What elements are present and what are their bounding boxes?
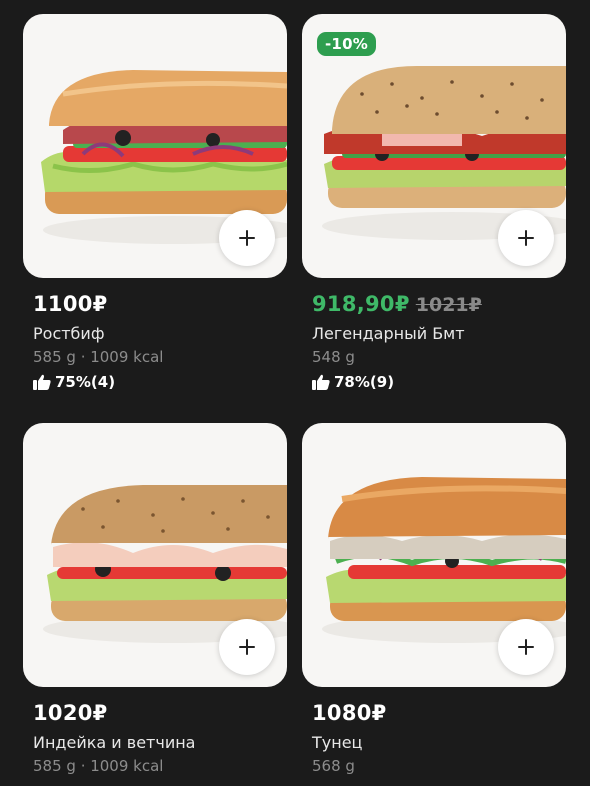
- product-image[interactable]: -10%: [302, 14, 566, 278]
- product-meta: 568 g: [312, 757, 355, 775]
- product-card[interactable]: 1020₽ Индейка и ветчина 585 g · 1009 kca…: [23, 423, 287, 775]
- rating-value: 78%(9): [334, 373, 395, 391]
- rating: 78%(9): [312, 373, 556, 391]
- product-meta: 585 g · 1009 kcal: [33, 348, 164, 366]
- sale-price: 918,90₽: [312, 292, 410, 316]
- product-grid: 1100₽ Ростбиф 585 g · 1009 kcal 75%(4) -…: [0, 0, 590, 786]
- product-image[interactable]: [302, 423, 566, 687]
- plus-icon: [518, 639, 534, 655]
- thumbs-up-icon: [312, 374, 330, 390]
- add-to-cart-button[interactable]: [498, 619, 554, 675]
- product-name: Легендарный Бмт: [312, 324, 465, 343]
- thumbs-up-icon: [33, 374, 51, 390]
- rating: 75%(4): [33, 373, 277, 391]
- product-card[interactable]: 1100₽ Ростбиф 585 g · 1009 kcal 75%(4): [23, 14, 287, 391]
- discount-badge: -10%: [317, 32, 376, 56]
- product-meta: 585 g · 1009 kcal: [33, 757, 164, 775]
- product-name: Индейка и ветчина: [33, 733, 196, 752]
- product-card[interactable]: -10% 918,90₽ 1021₽ Легендарный Бмт 548 g…: [302, 14, 566, 391]
- add-to-cart-button[interactable]: [219, 210, 275, 266]
- price: 1020₽: [33, 701, 108, 725]
- old-price: 1021₽: [415, 294, 482, 316]
- plus-icon: [239, 230, 255, 246]
- rating-value: 75%(4): [55, 373, 116, 391]
- product-image[interactable]: [23, 14, 287, 278]
- add-to-cart-button[interactable]: [498, 210, 554, 266]
- add-to-cart-button[interactable]: [219, 619, 275, 675]
- product-name: Тунец: [312, 733, 363, 752]
- plus-icon: [239, 639, 255, 655]
- product-image[interactable]: [23, 423, 287, 687]
- product-card[interactable]: 1080₽ Тунец 568 g: [302, 423, 566, 775]
- product-name: Ростбиф: [33, 324, 105, 343]
- price: 1100₽: [33, 292, 108, 316]
- price: 1080₽: [312, 701, 387, 725]
- product-meta: 548 g: [312, 348, 355, 366]
- plus-icon: [518, 230, 534, 246]
